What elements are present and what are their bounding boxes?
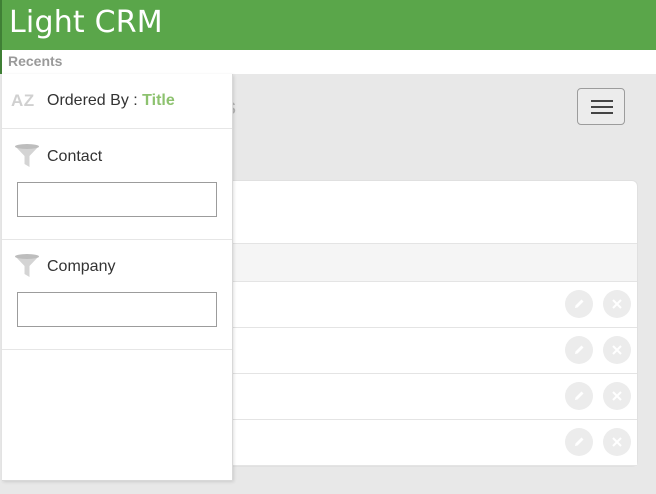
contact-filter-input[interactable] <box>17 182 217 217</box>
contact-filter: Contact <box>2 129 232 240</box>
pencil-icon <box>575 299 584 308</box>
close-icon <box>612 391 622 401</box>
filter-panel: AZ Ordered By : Title Contact Company <box>2 74 233 481</box>
delete-button[interactable] <box>603 336 631 364</box>
pencil-icon <box>575 345 584 354</box>
table-row[interactable] <box>221 282 637 328</box>
edit-button[interactable] <box>565 336 593 364</box>
ordered-by-label: Ordered By : Title <box>47 92 175 110</box>
funnel-icon <box>15 254 39 277</box>
hamburger-icon-bar <box>591 112 613 114</box>
pencil-icon <box>575 391 584 400</box>
recents-link[interactable]: Recents <box>8 53 62 69</box>
delete-button[interactable] <box>603 382 631 410</box>
az-sort-icon: AZ <box>11 91 35 110</box>
recents-bar: Recents <box>0 50 656 74</box>
table-row[interactable] <box>221 328 637 374</box>
funnel-icon <box>15 144 39 167</box>
table-header <box>221 244 637 282</box>
records-card <box>220 180 638 467</box>
delete-button[interactable] <box>603 290 631 318</box>
app-header: Light CRM <box>0 0 656 50</box>
edit-button[interactable] <box>565 428 593 456</box>
ordered-by-value[interactable]: Title <box>142 92 175 109</box>
menu-toggle-button[interactable] <box>577 88 625 125</box>
hamburger-icon-bar <box>591 106 613 108</box>
company-filter-label: Company <box>47 258 116 275</box>
close-icon <box>612 345 622 355</box>
close-icon <box>612 437 622 447</box>
table-row[interactable] <box>221 374 637 420</box>
contact-filter-label: Contact <box>47 148 103 165</box>
sort-order-row[interactable]: AZ Ordered By : Title <box>2 74 232 129</box>
app-title[interactable]: Light CRM <box>9 4 163 42</box>
company-filter-input[interactable] <box>17 292 217 327</box>
hamburger-icon <box>591 100 613 102</box>
table-row[interactable] <box>221 420 637 466</box>
edit-button[interactable] <box>565 290 593 318</box>
edit-button[interactable] <box>565 382 593 410</box>
delete-button[interactable] <box>603 428 631 456</box>
company-filter: Company <box>2 239 232 350</box>
pencil-icon <box>575 437 584 446</box>
close-icon <box>612 299 622 309</box>
ordered-by-text: Ordered By : <box>47 92 138 109</box>
